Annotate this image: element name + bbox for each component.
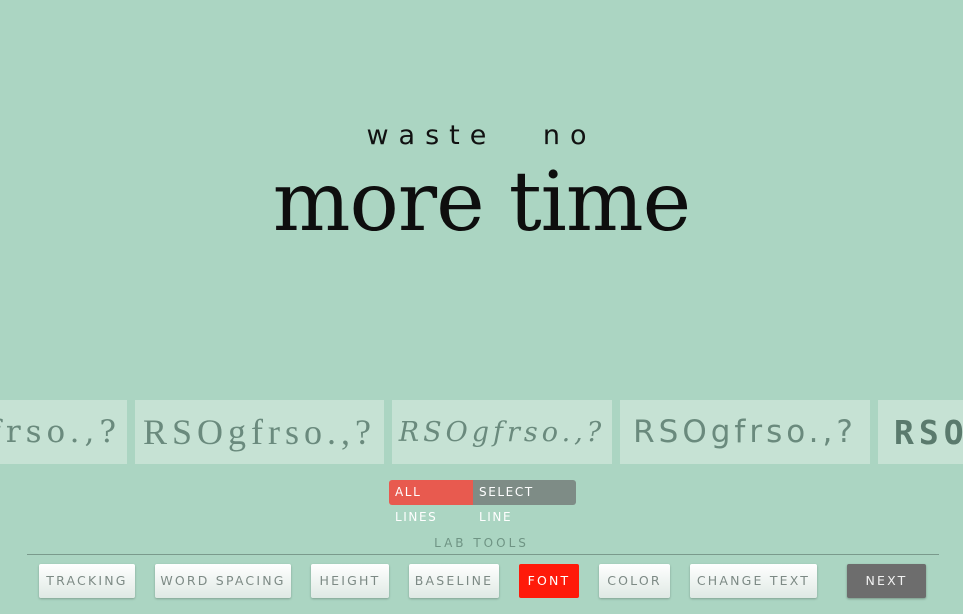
font-sample-strip[interactable]: frso.,? RSOgfrso.,? RSOgfrso.,? RSOgfrso… <box>0 400 963 464</box>
height-button[interactable]: HEIGHT <box>311 564 389 598</box>
font-sample[interactable]: RSOgfrso.,? <box>135 400 384 464</box>
color-button[interactable]: COLOR <box>599 564 670 598</box>
tracking-button[interactable]: TRACKING <box>39 564 135 598</box>
line-mode-toggle: ALL LINES SELECT LINE <box>389 480 576 524</box>
baseline-button[interactable]: BASELINE <box>409 564 499 598</box>
font-sample[interactable]: RSOgfrso.,? <box>392 400 612 464</box>
font-button[interactable]: FONT <box>519 564 579 598</box>
font-sample[interactable]: RSOgfrso.,? <box>620 400 870 464</box>
next-button[interactable]: NEXT <box>847 564 926 598</box>
select-line-button[interactable]: SELECT LINE <box>473 480 576 524</box>
preview-line-2[interactable]: more time <box>0 157 963 248</box>
font-sample[interactable]: frso.,? <box>0 400 127 464</box>
lab-tools-heading: LAB TOOLS <box>434 536 529 550</box>
lab-tools-divider <box>27 554 939 555</box>
word-spacing-button[interactable]: WORD SPACING <box>155 564 291 598</box>
change-text-button[interactable]: CHANGE TEXT <box>690 564 817 598</box>
all-lines-button[interactable]: ALL LINES <box>389 480 473 524</box>
preview-line-1[interactable]: waste no <box>0 120 963 151</box>
font-sample[interactable]: RSO <box>878 400 963 464</box>
